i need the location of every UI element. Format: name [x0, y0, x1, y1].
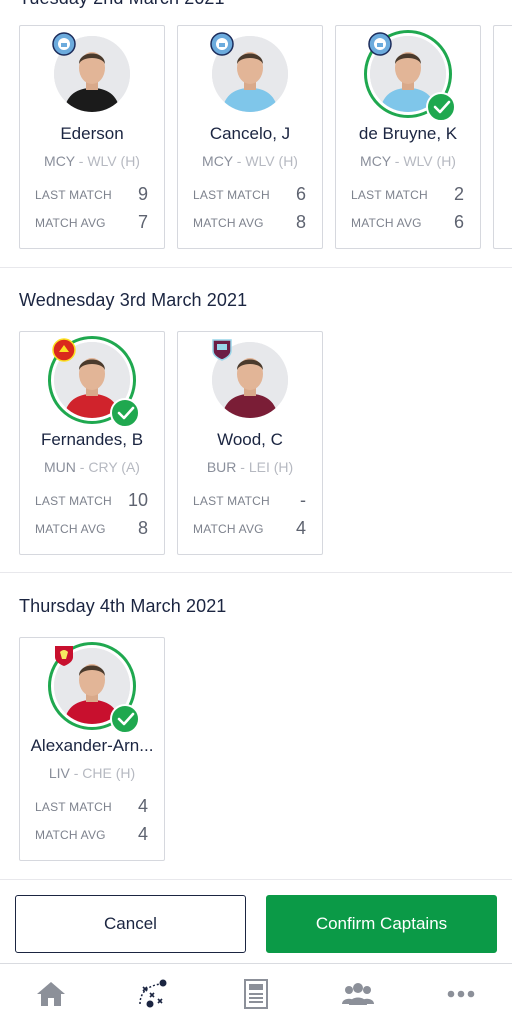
player-card-offscreen[interactable] — [493, 25, 512, 249]
section-divider — [0, 879, 512, 880]
last-match-value: 9 — [137, 184, 148, 204]
cancel-button[interactable]: Cancel — [15, 895, 246, 953]
player-card[interactable]: Alexander-Arn... LIV - CHE (H) LAST MATC… — [19, 637, 165, 861]
checkmark-icon — [110, 398, 140, 428]
last-match-value: 6 — [295, 184, 306, 204]
day-heading-wednesday: Wednesday 3rd March 2021 — [19, 290, 248, 310]
fixture-opponent: CHE (H) — [82, 765, 136, 781]
fixture-separator: - — [75, 459, 89, 475]
last-match-value: - — [300, 490, 306, 510]
match-avg-value: 8 — [295, 212, 306, 232]
match-avg-value: 8 — [137, 518, 148, 538]
club-crest-icon — [210, 32, 234, 56]
avatar — [48, 642, 140, 734]
player-card[interactable]: Cancelo, J MCY - WLV (H) LAST MATCH 6 MA… — [177, 25, 323, 249]
match-avg-value: 4 — [295, 518, 306, 538]
last-match-label: LAST MATCH — [351, 188, 428, 202]
match-avg-label: MATCH AVG — [351, 216, 422, 230]
last-match-value: 2 — [453, 184, 464, 204]
fixture-separator: - — [236, 459, 249, 475]
club-crest-icon — [52, 644, 76, 668]
player-name: Alexander-Arn... — [30, 736, 154, 755]
club-crest-icon — [52, 32, 76, 56]
player-card[interactable]: Ederson MCY - WLV (H) LAST MATCH 9 MATCH… — [19, 25, 165, 249]
player-card[interactable]: Wood, C BUR - LEI (H) LAST MATCH - MATCH… — [177, 331, 323, 555]
match-avg-value: 6 — [453, 212, 464, 232]
player-card[interactable]: Fernandes, B MUN - CRY (A) LAST MATCH 10… — [19, 331, 165, 555]
avatar — [48, 336, 140, 428]
fixture: MCY - WLV (H) — [20, 153, 164, 169]
match-avg-value: 4 — [137, 824, 148, 844]
player-name: de Bruyne, K — [358, 124, 458, 143]
fixture-opponent: LEI (H) — [248, 459, 294, 475]
match-avg-label: MATCH AVG — [35, 216, 106, 230]
player-name: Ederson — [60, 124, 124, 143]
fixture-team: MCY — [44, 153, 75, 169]
more-icon[interactable] — [443, 978, 479, 1010]
fixture: MCY - WLV (H) — [336, 153, 480, 169]
fixture-team: MCY — [360, 153, 391, 169]
fixture-separator: - — [74, 153, 88, 169]
club-crest-icon — [52, 338, 76, 362]
match-avg-label: MATCH AVG — [193, 216, 264, 230]
fixture-separator: - — [232, 153, 246, 169]
checkmark-icon — [110, 704, 140, 734]
fixture: MUN - CRY (A) — [20, 459, 164, 475]
leagues-icon[interactable] — [340, 978, 376, 1010]
last-match-value: 4 — [137, 796, 148, 816]
fixture: LIV - CHE (H) — [20, 765, 164, 781]
avatar — [210, 338, 290, 420]
checkmark-icon — [426, 92, 456, 122]
last-match-value: 10 — [127, 490, 148, 510]
tactics-icon[interactable] — [134, 978, 170, 1010]
match-avg-label: MATCH AVG — [35, 828, 106, 842]
confirm-captains-button[interactable]: Confirm Captains — [266, 895, 497, 953]
player-card[interactable]: de Bruyne, K MCY - WLV (H) LAST MATCH 2 … — [335, 25, 481, 249]
last-match-label: LAST MATCH — [35, 800, 112, 814]
last-match-label: LAST MATCH — [193, 494, 270, 508]
fixture-opponent: CRY (A) — [88, 459, 140, 475]
day-heading-thursday: Thursday 4th March 2021 — [19, 596, 227, 616]
player-name: Fernandes, B — [40, 430, 144, 449]
day-heading-tuesday: Tuesday 2nd March 2021 — [19, 0, 225, 9]
match-avg-value: 7 — [137, 212, 148, 232]
club-crest-icon — [210, 338, 234, 362]
bottom-tab-bar — [0, 963, 512, 1023]
fixture-opponent: WLV (H) — [87, 153, 140, 169]
last-match-label: LAST MATCH — [193, 188, 270, 202]
player-name: Cancelo, J — [209, 124, 291, 143]
fixture-opponent: WLV (H) — [403, 153, 456, 169]
avatar — [52, 32, 132, 114]
fixture-team: MCY — [202, 153, 233, 169]
avatar — [364, 30, 456, 122]
club-crest-icon — [368, 32, 392, 56]
fixture-team: BUR — [206, 459, 237, 475]
fixture: BUR - LEI (H) — [178, 459, 322, 475]
fixture-separator: - — [390, 153, 404, 169]
match-avg-label: MATCH AVG — [193, 522, 264, 536]
section-divider — [0, 267, 512, 268]
news-icon[interactable] — [238, 978, 274, 1010]
last-match-label: LAST MATCH — [35, 494, 112, 508]
section-divider — [0, 572, 512, 573]
home-icon[interactable] — [33, 978, 69, 1010]
player-name: Wood, C — [217, 430, 283, 449]
fixture-team: LIV — [48, 765, 70, 781]
match-avg-label: MATCH AVG — [35, 522, 106, 536]
fixture-opponent: WLV (H) — [245, 153, 298, 169]
avatar — [210, 32, 290, 114]
fixture-separator: - — [69, 765, 83, 781]
last-match-label: LAST MATCH — [35, 188, 112, 202]
fixture-team: MUN — [44, 459, 76, 475]
fixture: MCY - WLV (H) — [178, 153, 322, 169]
